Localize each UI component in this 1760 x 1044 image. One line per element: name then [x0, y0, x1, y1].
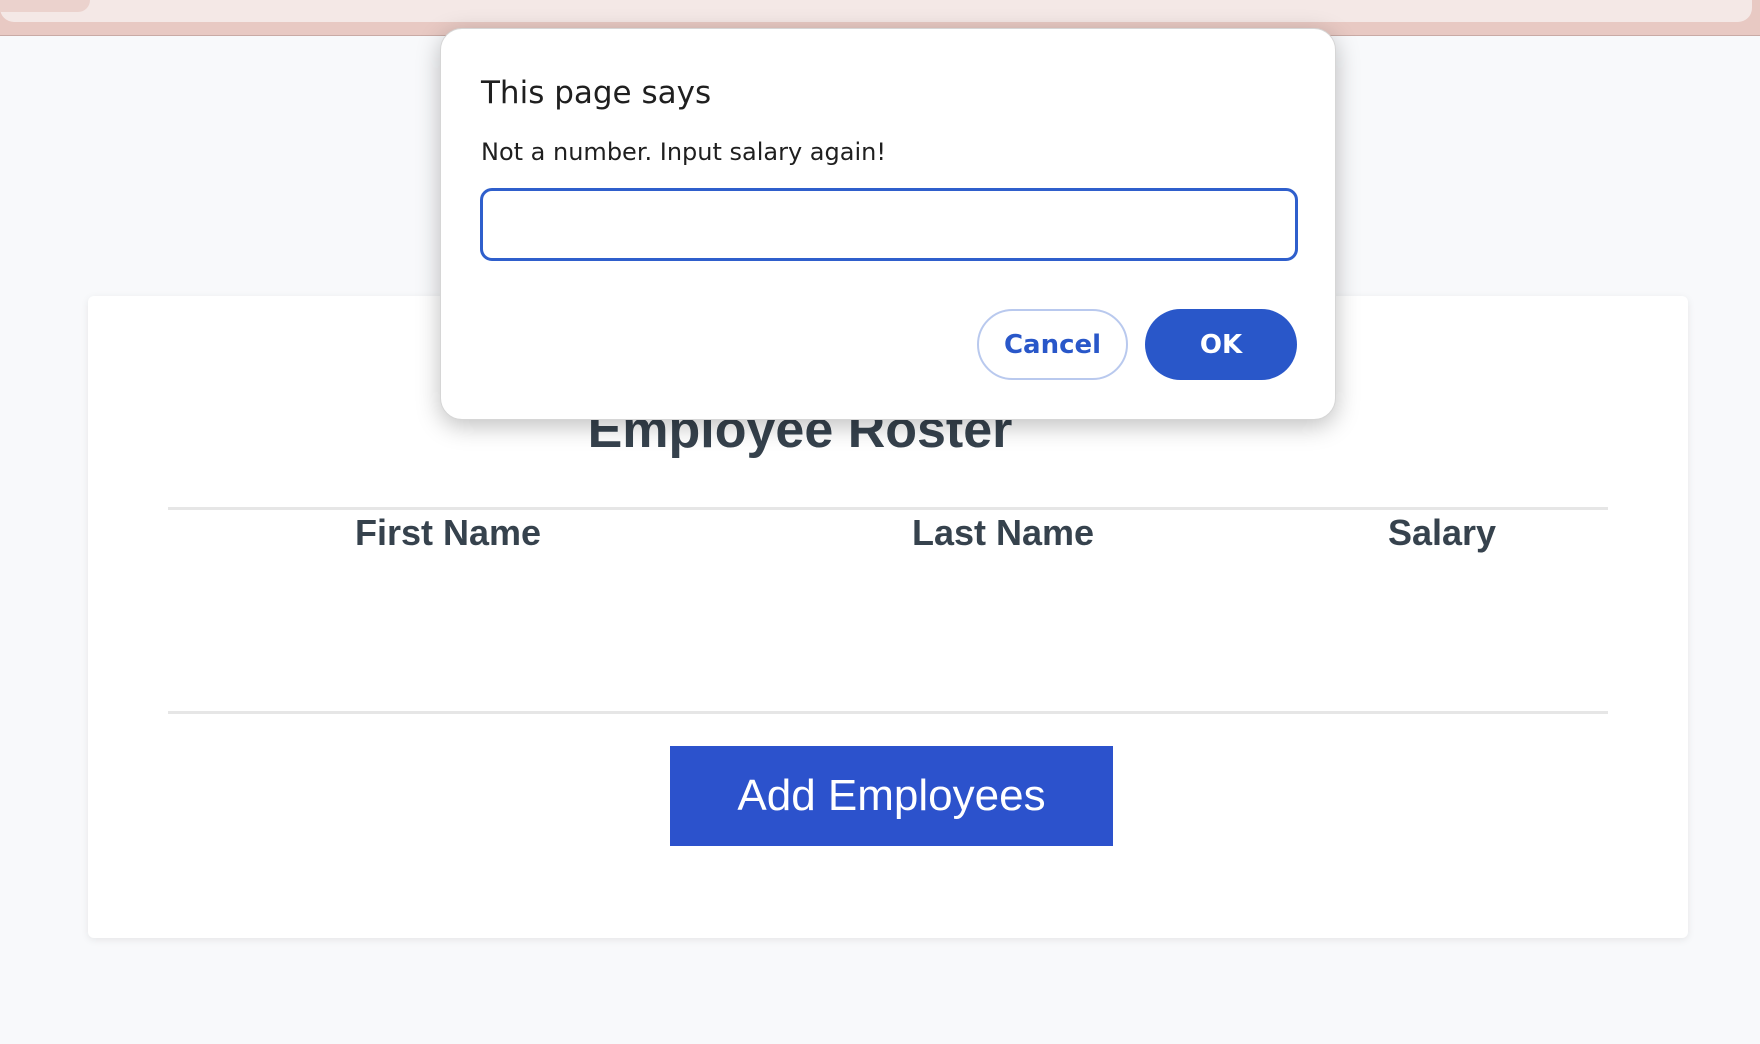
- ok-button[interactable]: OK: [1145, 309, 1297, 380]
- dialog-title: This page says: [481, 75, 712, 111]
- column-header-first-name: First Name: [354, 512, 542, 553]
- add-employees-button[interactable]: Add Employees: [670, 746, 1113, 846]
- dialog-message: Not a number. Input salary again!: [481, 138, 886, 166]
- prompt-dialog: This page says Not a number. Input salar…: [440, 28, 1336, 420]
- table-top-divider: [168, 507, 1608, 510]
- site-info-chip[interactable]: [0, 0, 90, 12]
- address-bar[interactable]: [0, 0, 1752, 22]
- column-header-last-name: Last Name: [911, 512, 1095, 553]
- table-bottom-divider: [168, 711, 1608, 714]
- column-header-salary: Salary: [1387, 512, 1497, 553]
- cancel-button[interactable]: Cancel: [977, 309, 1128, 380]
- salary-prompt-input[interactable]: [480, 188, 1298, 261]
